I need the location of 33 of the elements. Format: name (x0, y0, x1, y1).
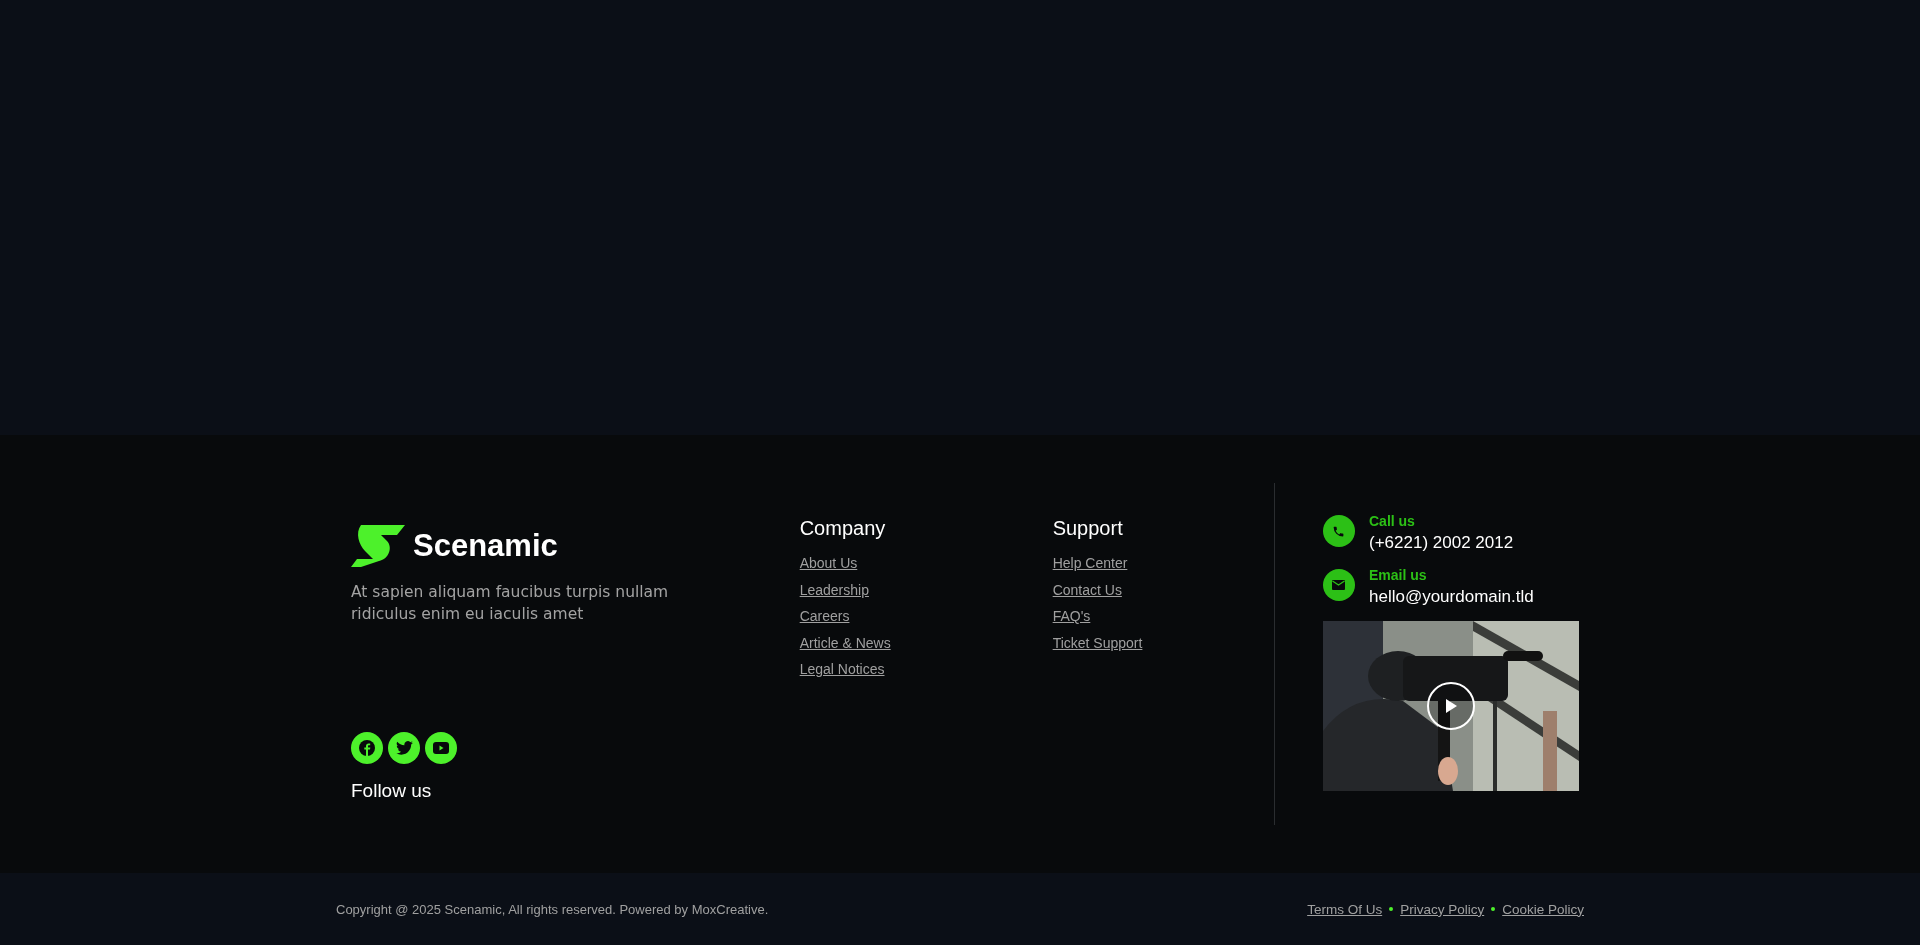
legal-link[interactable]: Terms Of Us (1307, 901, 1383, 917)
play-icon (1444, 698, 1458, 714)
footer-link[interactable]: Contact Us (1052, 576, 1122, 603)
follow-label: Follow us (351, 780, 433, 802)
facebook-icon (359, 740, 375, 756)
youtube-icon (433, 742, 449, 754)
social-link[interactable] (388, 732, 420, 764)
footer-link[interactable]: Help Center (1052, 550, 1128, 577)
footer-link[interactable]: Careers (799, 603, 850, 630)
play-button[interactable] (1427, 682, 1475, 730)
footer-link[interactable]: Leadership (799, 576, 869, 603)
logo-icon (351, 525, 405, 567)
social-link[interactable] (425, 732, 457, 764)
phone-icon (1332, 524, 1346, 538)
envelope-icon (1332, 580, 1346, 590)
contact-label: Email us (1369, 567, 1428, 583)
copyright-text: Copyright @ 2025 Scenamic, All rights reserved. Powered by MoxCreative. (336, 901, 769, 917)
contact-value: (+6221) 2002 2012 (1369, 533, 1514, 553)
column-heading: Support (1052, 517, 1123, 540)
footer-link[interactable]: Ticket Support (1052, 629, 1143, 656)
brand-name: Scenamic (413, 528, 558, 564)
contact-label: Call us (1369, 513, 1416, 529)
brand-description: At sapien aliquam faucibus turpis nullam ridiculus enim eu iaculis amet (351, 582, 670, 625)
column-heading: Company (799, 517, 886, 540)
footer-link[interactable]: FAQ's (1052, 603, 1091, 630)
social-link[interactable] (351, 732, 383, 764)
twitter-icon (395, 741, 413, 755)
legal-link[interactable]: Cookie Policy (1502, 901, 1584, 917)
footer-link[interactable]: About Us (799, 550, 858, 577)
legal-link[interactable]: Privacy Policy (1400, 901, 1485, 917)
footer-link[interactable]: Legal Notices (799, 656, 885, 683)
contact-value: hello@yourdomain.tld (1369, 587, 1534, 607)
footer-link[interactable]: Article & News (799, 629, 891, 656)
